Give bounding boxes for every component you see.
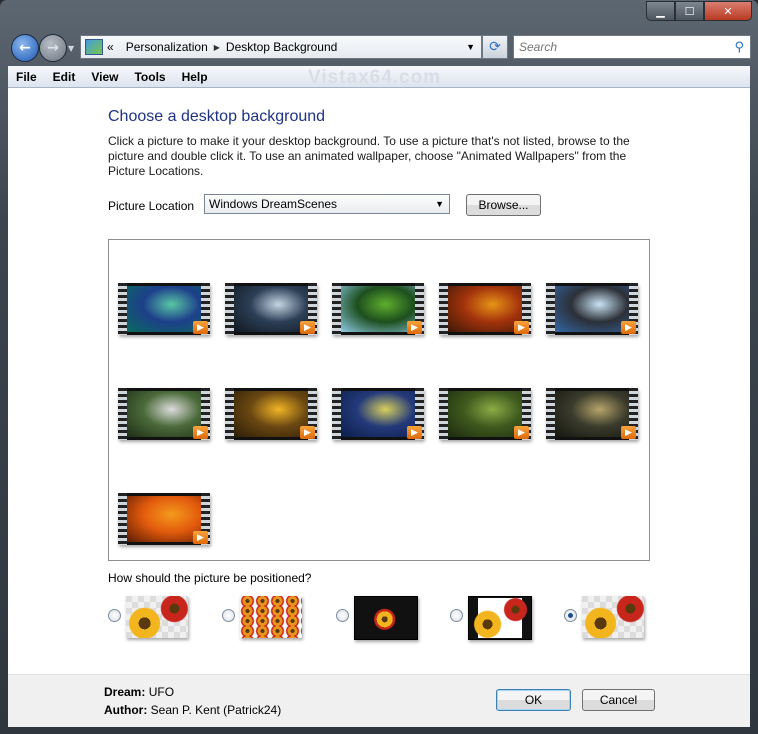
play-icon: ▶ <box>621 321 636 334</box>
minimize-icon[interactable]: ▁ <box>646 1 675 21</box>
dream-info: Dream: UFO <box>104 685 174 699</box>
search-input[interactable] <box>514 39 735 55</box>
position-radio-tile[interactable] <box>222 609 235 622</box>
menu-view[interactable]: View <box>83 70 126 84</box>
wallpaper-thumb-leaves[interactable]: ▶ <box>332 283 424 335</box>
control-panel-icon <box>85 39 103 55</box>
position-preview-fit-to-screen[interactable] <box>126 596 188 638</box>
chevron-down-icon[interactable]: ▼ <box>435 199 444 209</box>
author-info: Author: Sean P. Kent (Patrick24) <box>104 703 281 717</box>
picture-location-select[interactable]: Windows DreamScenes ▼ <box>204 194 450 214</box>
position-preview-center[interactable] <box>582 596 644 638</box>
wallpaper-thumb-ufo[interactable]: ▶ <box>225 283 317 335</box>
history-dropdown-icon[interactable]: ▼ <box>68 44 74 53</box>
picture-location-value: Windows DreamScenes <box>209 197 338 211</box>
caption-buttons: ▁ ☐ ✕ <box>646 1 752 21</box>
forward-arrow-icon[interactable]: → <box>39 34 67 62</box>
wallpaper-thumb-ice[interactable]: ▶ <box>546 283 638 335</box>
play-icon: ▶ <box>300 426 315 439</box>
position-preview-tile[interactable] <box>240 596 302 638</box>
wallpaper-thumb-night-pond[interactable]: ▶ <box>332 388 424 440</box>
browse-button[interactable]: Browse... <box>466 194 541 216</box>
wallpaper-thumb-fire[interactable]: ▶ <box>118 493 210 545</box>
play-icon: ▶ <box>514 426 529 439</box>
breadcrumb-personalization[interactable]: Personalization <box>126 40 208 54</box>
position-radio-fit-to-screen[interactable] <box>108 609 121 622</box>
close-icon[interactable]: ✕ <box>704 1 752 21</box>
address-dropdown-icon[interactable]: ▼ <box>466 42 475 52</box>
menu-help[interactable]: Help <box>174 70 216 84</box>
position-radio-center-on-black[interactable] <box>336 609 349 622</box>
play-icon: ▶ <box>300 321 315 334</box>
position-radio-center[interactable] <box>564 609 577 622</box>
dream-label: Dream: <box>104 685 146 699</box>
play-icon: ▶ <box>193 321 208 334</box>
author-label: Author: <box>104 703 148 717</box>
play-icon: ▶ <box>407 426 422 439</box>
watermark: Vistax64.com <box>308 67 442 88</box>
position-radio-stretch-on-black[interactable] <box>450 609 463 622</box>
refresh-icon[interactable]: ⟳ <box>482 35 508 59</box>
author-value: Sean P. Kent (Patrick24) <box>150 703 282 717</box>
picture-location-label: Picture Location <box>108 199 195 213</box>
wallpaper-thumb-aurora[interactable]: ▶ <box>118 283 210 335</box>
position-preview-stretch-on-black[interactable] <box>468 596 532 640</box>
wallpaper-thumb-flowers[interactable]: ▶ <box>225 388 317 440</box>
details-footer: Dream: UFO Author: Sean P. Kent (Patrick… <box>8 674 750 727</box>
navigation-bar: ← → ▼ « Personalization ▶ Desktop Backgr… <box>8 32 751 62</box>
breadcrumb-desktop-background[interactable]: Desktop Background <box>226 40 337 54</box>
main-content: Choose a desktop background Click a pict… <box>8 88 750 674</box>
dream-value: UFO <box>148 685 175 699</box>
maximize-icon[interactable]: ☐ <box>675 1 704 21</box>
wallpaper-gallery: ▶ ▶ ▶ ▶ ▶ ▶ ▶ ▶ ▶ ▶ ▶ <box>108 239 650 561</box>
position-question: How should the picture be positioned? <box>108 571 312 585</box>
search-icon[interactable]: ⚲ <box>734 40 744 55</box>
wallpaper-thumb-forest-stream[interactable]: ▶ <box>439 388 531 440</box>
wallpaper-thumb-autumn[interactable]: ▶ <box>439 283 531 335</box>
page-title: Choose a desktop background <box>108 108 326 125</box>
menu-file[interactable]: File <box>8 70 45 84</box>
play-icon: ▶ <box>621 426 636 439</box>
menu-edit[interactable]: Edit <box>45 70 84 84</box>
breadcrumb-separator-icon[interactable]: ▶ <box>214 43 220 52</box>
cancel-button[interactable]: Cancel <box>582 689 655 711</box>
wallpaper-thumb-waterfall[interactable]: ▶ <box>118 388 210 440</box>
ok-button[interactable]: OK <box>496 689 571 711</box>
menu-bar: File Edit View Tools Help Vistax64.com <box>8 66 750 88</box>
position-preview-center-on-black[interactable] <box>354 596 418 640</box>
page-description: Click a picture to make it your desktop … <box>108 134 630 178</box>
play-icon: ▶ <box>193 531 208 544</box>
play-icon: ▶ <box>514 321 529 334</box>
play-icon: ▶ <box>193 426 208 439</box>
play-icon: ▶ <box>407 321 422 334</box>
desktop-background-window: ▁ ☐ ✕ ← → ▼ « Personalization ▶ Desktop … <box>0 0 758 734</box>
breadcrumb-prefix[interactable]: « <box>107 40 114 54</box>
search-box[interactable]: ⚲ <box>513 35 751 59</box>
wallpaper-thumb-pillars[interactable]: ▶ <box>546 388 638 440</box>
menu-tools[interactable]: Tools <box>126 70 173 84</box>
address-bar[interactable]: « Personalization ▶ Desktop Background ▼ <box>80 35 482 59</box>
back-arrow-icon[interactable]: ← <box>11 34 39 62</box>
